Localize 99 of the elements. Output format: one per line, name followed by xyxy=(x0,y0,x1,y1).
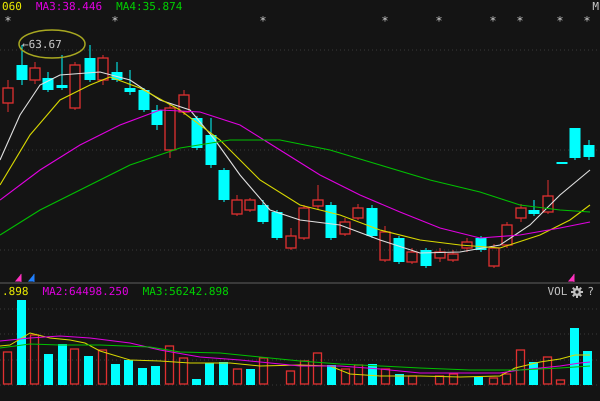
candlestick xyxy=(124,70,136,96)
volume-bar xyxy=(70,348,80,385)
volume-bar xyxy=(219,362,228,385)
highlight-ellipse xyxy=(18,29,86,59)
corner-label: M xyxy=(592,0,600,14)
volume-bar xyxy=(111,364,120,385)
volume-bar xyxy=(44,354,53,385)
candlestick xyxy=(152,104,162,130)
volume-bar xyxy=(2,351,12,385)
indicator-legend: MA2:64498.250 xyxy=(42,285,129,299)
volume-bar xyxy=(488,377,498,385)
candlestick xyxy=(164,104,176,158)
settings-icon[interactable] xyxy=(571,286,584,298)
volume-bar xyxy=(58,344,67,385)
volume-bar xyxy=(300,360,310,385)
candlestick xyxy=(258,200,268,224)
peak-price-label: ←63.67 xyxy=(22,38,62,51)
volume-bar xyxy=(258,357,268,385)
volume-bar xyxy=(312,352,322,385)
volume-bar xyxy=(380,368,390,385)
volume-bar xyxy=(84,356,93,385)
marker-symbol: * xyxy=(556,14,564,28)
candlestick xyxy=(434,248,446,262)
volume-bar xyxy=(124,360,133,385)
indicator-legend: MA4:35.874 xyxy=(116,0,182,14)
candlestick xyxy=(447,250,459,262)
volume-bar xyxy=(354,364,364,385)
volume-bar xyxy=(232,368,242,385)
volume-bar xyxy=(474,377,483,385)
volume-bar xyxy=(98,349,108,385)
candlestick xyxy=(542,180,554,214)
marker-symbol: * xyxy=(4,14,12,28)
marker-symbol: * xyxy=(259,14,267,28)
volume-bar xyxy=(178,357,188,385)
candlestick xyxy=(420,248,432,268)
candlestick xyxy=(272,210,282,240)
candlestick xyxy=(312,184,324,210)
volume-bar xyxy=(246,369,255,385)
flag-icon xyxy=(14,274,22,282)
candlestick xyxy=(528,200,540,216)
candlestick xyxy=(138,88,150,112)
volume-bar xyxy=(30,334,40,385)
volume-bar xyxy=(516,349,526,385)
volume-bar xyxy=(395,374,404,385)
volume-bar xyxy=(434,375,444,385)
candlestick xyxy=(42,72,54,92)
candlestick xyxy=(488,244,500,268)
volume-bar xyxy=(205,363,214,385)
volume-bar xyxy=(340,368,350,385)
volume-bar xyxy=(408,375,418,385)
marker-symbol: * xyxy=(516,14,524,28)
marker-symbol: * xyxy=(111,14,119,28)
volume-bar xyxy=(138,368,147,385)
flag-icon xyxy=(568,274,574,282)
volume-bar xyxy=(570,328,579,385)
candlestick xyxy=(326,202,336,240)
volume-bar xyxy=(286,370,296,385)
candlestick xyxy=(515,204,527,222)
candlestick xyxy=(218,168,230,202)
volume-bar xyxy=(151,366,160,385)
volume-bar xyxy=(448,373,458,385)
volume-bar xyxy=(164,345,174,385)
indicator-name[interactable]: VOL xyxy=(548,285,568,299)
candlestick xyxy=(56,54,68,90)
marker-symbol: * xyxy=(435,14,443,28)
candlestick xyxy=(97,54,109,86)
candlestick xyxy=(366,204,378,238)
candlestick xyxy=(352,204,364,220)
candlestick xyxy=(339,218,351,236)
volume-bar xyxy=(327,365,336,385)
indicator-legend: 060 xyxy=(2,0,22,14)
volume-bar xyxy=(502,373,512,385)
marker-symbol: * xyxy=(381,14,389,28)
volume-bar xyxy=(583,351,592,385)
candlestick xyxy=(570,128,580,160)
candlestick xyxy=(394,236,404,264)
indicator-legend: MA3:38.446 xyxy=(36,0,102,14)
candlestick xyxy=(112,62,122,82)
candlestick xyxy=(178,90,190,116)
candlestick xyxy=(379,226,391,262)
flag-icon xyxy=(28,274,34,282)
candlestick xyxy=(29,62,41,84)
candlestick xyxy=(501,222,513,248)
volume-bar xyxy=(556,379,566,385)
volume-bar xyxy=(542,356,552,385)
marker-symbol: * xyxy=(583,14,591,28)
candlestick xyxy=(461,238,473,252)
volume-bar xyxy=(192,379,201,385)
help-button[interactable]: ? xyxy=(587,285,594,299)
candlestick xyxy=(406,248,418,264)
candlestick xyxy=(84,44,96,82)
indicator-legend: MA3:56242.898 xyxy=(142,285,229,299)
marker-symbol: * xyxy=(489,14,497,28)
candlestick xyxy=(69,62,81,110)
indicator-legend: .898 xyxy=(2,285,28,299)
candlestick xyxy=(2,80,14,112)
candlestick xyxy=(584,140,594,160)
candlestick xyxy=(556,162,568,164)
candlestick xyxy=(206,118,216,168)
